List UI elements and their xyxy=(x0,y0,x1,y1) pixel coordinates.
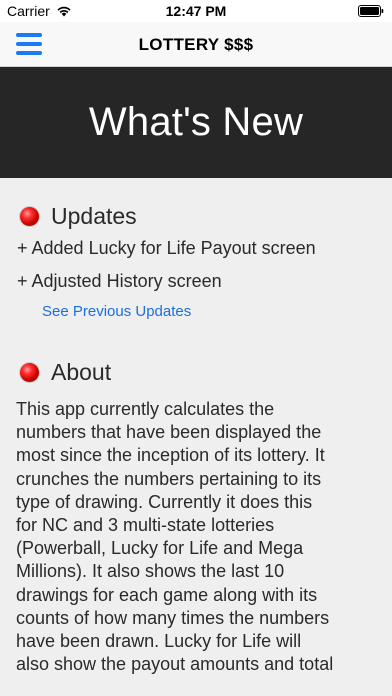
navigation-bar: LOTTERY $$$ xyxy=(0,22,392,67)
about-line: numbers that have been displayed the xyxy=(16,422,322,443)
about-line: also show the payout amounts and total xyxy=(16,654,334,675)
about-line: (Powerball, Lucky for Life and Mega xyxy=(16,538,304,559)
banner-title: What's New xyxy=(88,100,304,144)
whats-new-banner: What's New xyxy=(0,67,392,178)
updates-heading: Updates xyxy=(51,203,137,229)
about-line: type of drawing. Currently it does this xyxy=(16,491,313,512)
update-item: + Added Lucky for Life Payout screen xyxy=(17,238,316,258)
about-line: drawings for each game along with its xyxy=(16,584,318,605)
status-bar: Carrier 12:47 PM xyxy=(0,0,392,22)
about-line: have been drawn. Lucky for Life will xyxy=(16,631,302,652)
battery-icon xyxy=(358,5,384,17)
about-line: This app currently calculates the xyxy=(16,399,275,419)
about-line: for NC and 3 multi-state lotteries xyxy=(16,515,275,536)
update-item: + Adjusted History screen xyxy=(17,271,222,291)
about-header: About xyxy=(20,359,111,386)
about-line: most since the inception of its lottery.… xyxy=(16,445,325,466)
app-screen: Carrier 12:47 PM LOTTERY $$$ What's New xyxy=(0,0,392,696)
about-line: crunches the numbers pertaining to its xyxy=(16,468,322,489)
content-area[interactable]: Updates + Added Lucky for Life Payout sc… xyxy=(0,178,392,696)
red-dot-icon xyxy=(20,207,39,226)
page-title: LOTTERY $$$ xyxy=(138,35,254,54)
see-previous-updates-link[interactable]: See Previous Updates xyxy=(42,303,191,320)
updates-header: Updates xyxy=(20,203,137,230)
red-dot-icon xyxy=(20,363,39,382)
about-line: Millions). It also shows the last 10 xyxy=(16,561,285,582)
status-time: 12:47 PM xyxy=(165,3,227,19)
about-line: counts of how many times the numbers xyxy=(16,607,330,628)
about-text: This app currently calculates the number… xyxy=(16,398,386,676)
about-heading: About xyxy=(51,359,112,385)
